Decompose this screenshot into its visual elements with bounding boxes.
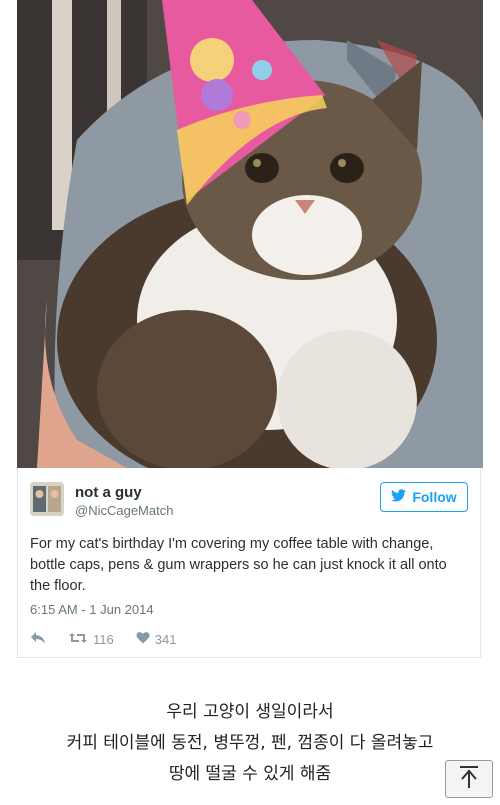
reply-button[interactable] <box>30 631 46 648</box>
caption-line: 우리 고양이 생일이라서 <box>166 702 334 722</box>
follow-button[interactable]: Follow <box>380 482 468 512</box>
caption: 우리 고양이 생일이라서 커피 테이블에 동전, 병뚜껑, 펜, 껌종이 다 올… <box>0 697 500 790</box>
reply-icon <box>30 631 46 648</box>
heart-icon <box>136 631 150 647</box>
follow-label: Follow <box>412 489 457 505</box>
embedded-tweet: not a guy @NicCageMatch Follow For my ca… <box>17 468 481 658</box>
retweet-icon <box>68 631 88 648</box>
twitter-bird-icon <box>391 489 407 505</box>
tweet-author-name[interactable]: not a guy <box>75 484 142 501</box>
tweet-text: For my cat's birthday I'm covering my co… <box>30 536 447 594</box>
retweet-button[interactable]: 116 <box>68 631 114 648</box>
tweet-author-handle[interactable]: @NicCageMatch <box>75 503 173 518</box>
retweet-count: 116 <box>93 631 114 647</box>
tweet-actions: 116 341 <box>30 629 198 649</box>
like-count: 341 <box>154 631 177 647</box>
cat-birthday-photo <box>17 0 483 468</box>
avatar[interactable] <box>30 482 64 516</box>
tweet-timestamp[interactable]: 6:15 AM - 1 Jun 2014 <box>30 602 154 617</box>
like-button[interactable]: 341 <box>136 631 177 647</box>
scroll-to-top-icon <box>458 765 480 794</box>
caption-line: 땅에 떨굴 수 있게 해줌 <box>168 764 332 784</box>
caption-line: 커피 테이블에 동전, 병뚜껑, 펜, 껌종이 다 올려놓고 <box>66 733 434 753</box>
scroll-to-top-button[interactable] <box>445 760 493 798</box>
